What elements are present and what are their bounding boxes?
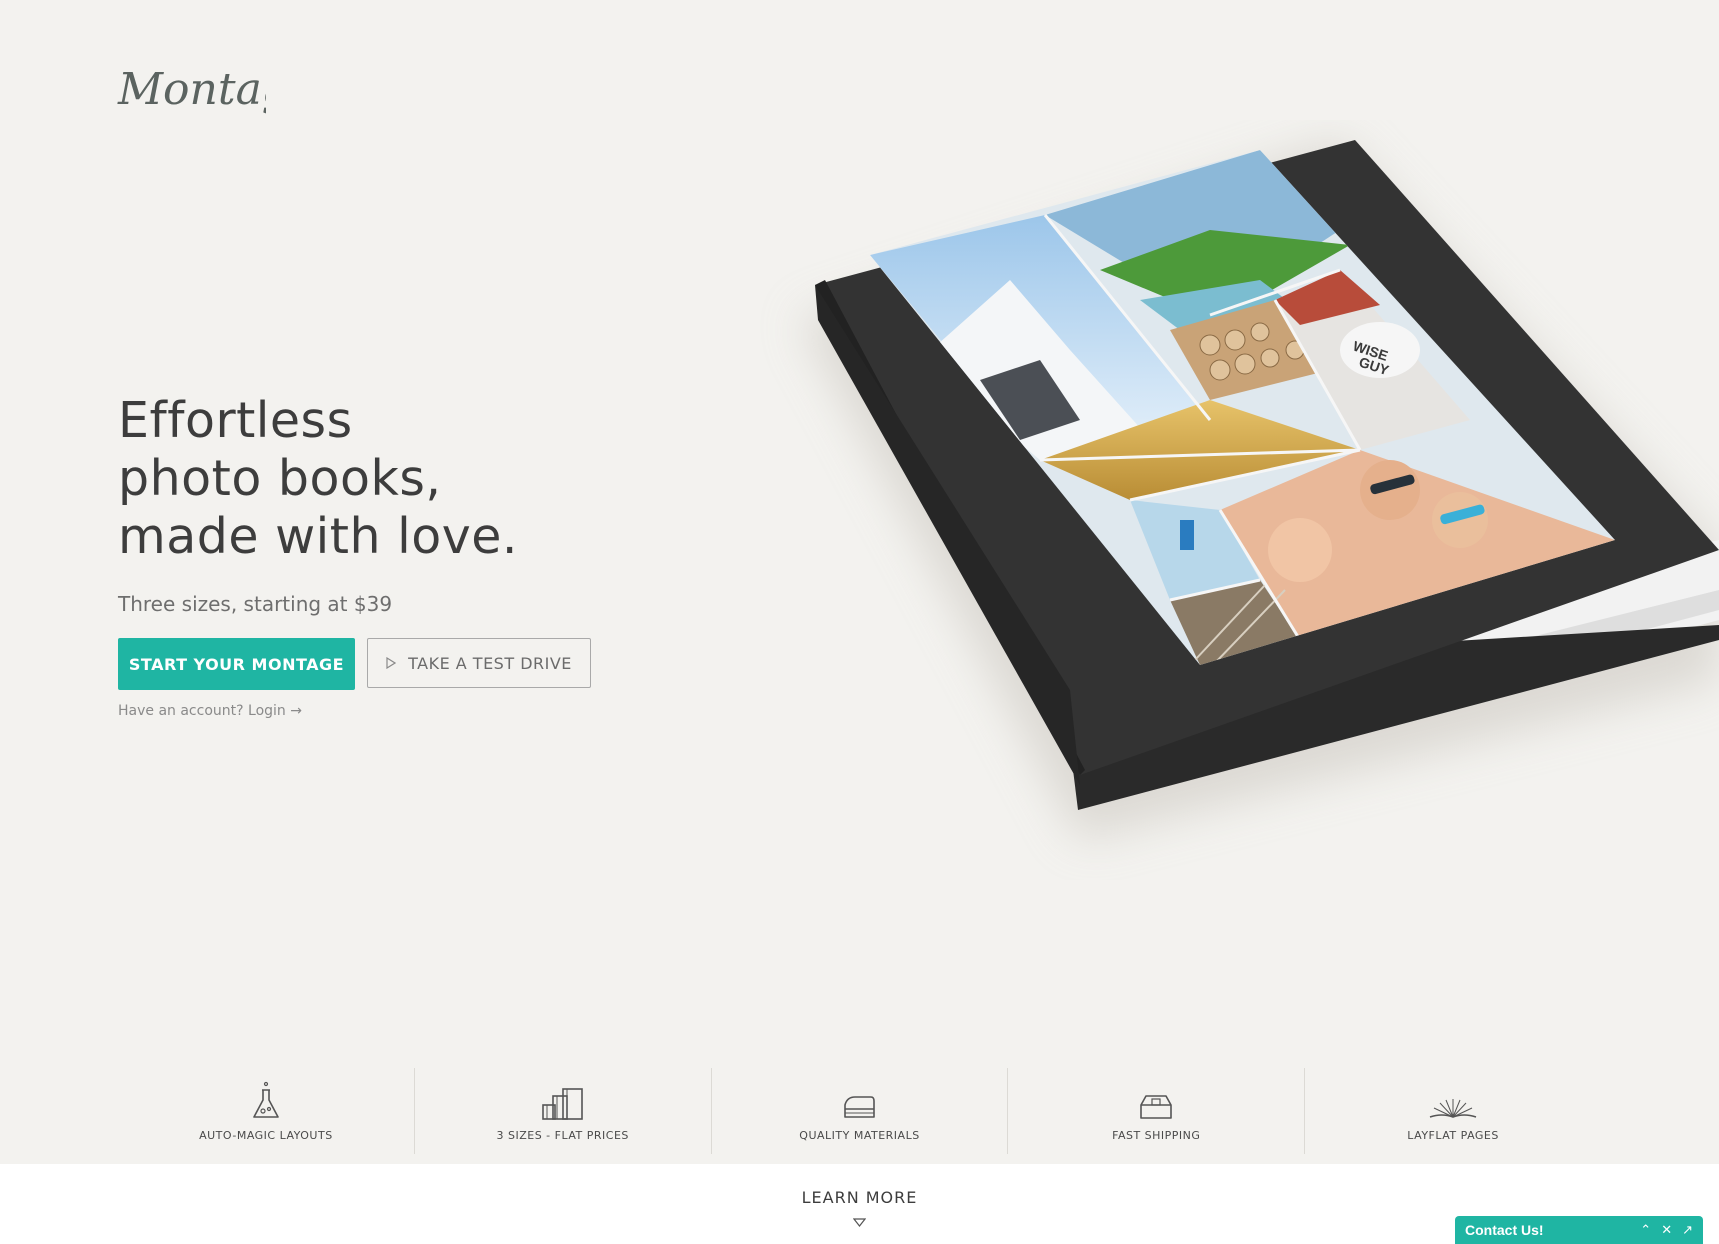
feature-label: LAYFLAT PAGES [1407,1129,1499,1142]
contact-widget[interactable]: Contact Us! ⌃ ✕ ↗ [1455,1216,1703,1244]
montage-logo[interactable]: Montage [116,60,316,129]
headline-line-2: photo books, [118,450,442,507]
learn-more-link[interactable]: LEARN MORE [0,1188,1719,1207]
feature-fast-shipping[interactable]: FAST SHIPPING [1008,1068,1306,1154]
hero-subtitle: Three sizes, starting at $39 [118,592,393,616]
feature-label: 3 SIZES - FLAT PRICES [496,1129,629,1142]
hero-section: Effortless photo books, made with love. [118,392,678,566]
test-drive-label: TAKE A TEST DRIVE [408,653,572,673]
feature-label: AUTO-MAGIC LAYOUTS [199,1129,333,1142]
chevron-up-icon[interactable]: ⌃ [1640,1222,1651,1238]
feature-label: QUALITY MATERIALS [799,1129,920,1142]
feature-auto-magic-layouts[interactable]: AUTO-MAGIC LAYOUTS [118,1068,415,1154]
chevron-down-icon[interactable] [852,1214,867,1232]
contact-controls: ⌃ ✕ ↗ [1640,1222,1693,1238]
photo-book-image: WISE GUY [740,120,1719,880]
hero-headline: Effortless photo books, made with love. [118,392,678,566]
logo-text: Montage [117,64,266,115]
feature-layflat-pages[interactable]: LAYFLAT PAGES [1305,1068,1601,1154]
contact-label[interactable]: Contact Us! [1465,1222,1544,1238]
flask-icon [253,1081,279,1118]
login-link[interactable]: Have an account? Login → [118,703,302,719]
feature-3-sizes-flat-prices[interactable]: 3 SIZES - FLAT PRICES [415,1068,712,1154]
shipping-box-icon [1140,1095,1173,1119]
headline-line-3: made with love. [118,508,518,565]
close-icon[interactable]: ✕ [1661,1222,1672,1238]
start-montage-button[interactable]: START YOUR MONTAGE [118,638,355,690]
play-icon [386,657,397,669]
headline-line-1: Effortless [118,392,353,449]
feature-label: FAST SHIPPING [1112,1129,1201,1142]
test-drive-button[interactable]: TAKE A TEST DRIVE [367,638,591,688]
open-book-icon [1429,1099,1477,1118]
book-stack-icon [844,1096,876,1118]
feature-quality-materials[interactable]: QUALITY MATERIALS [712,1068,1009,1154]
features-row: AUTO-MAGIC LAYOUTS 3 SIZES - FLAT PRICES… [118,1068,1601,1154]
expand-icon[interactable]: ↗ [1682,1222,1693,1238]
book-sizes-icon [541,1088,583,1120]
